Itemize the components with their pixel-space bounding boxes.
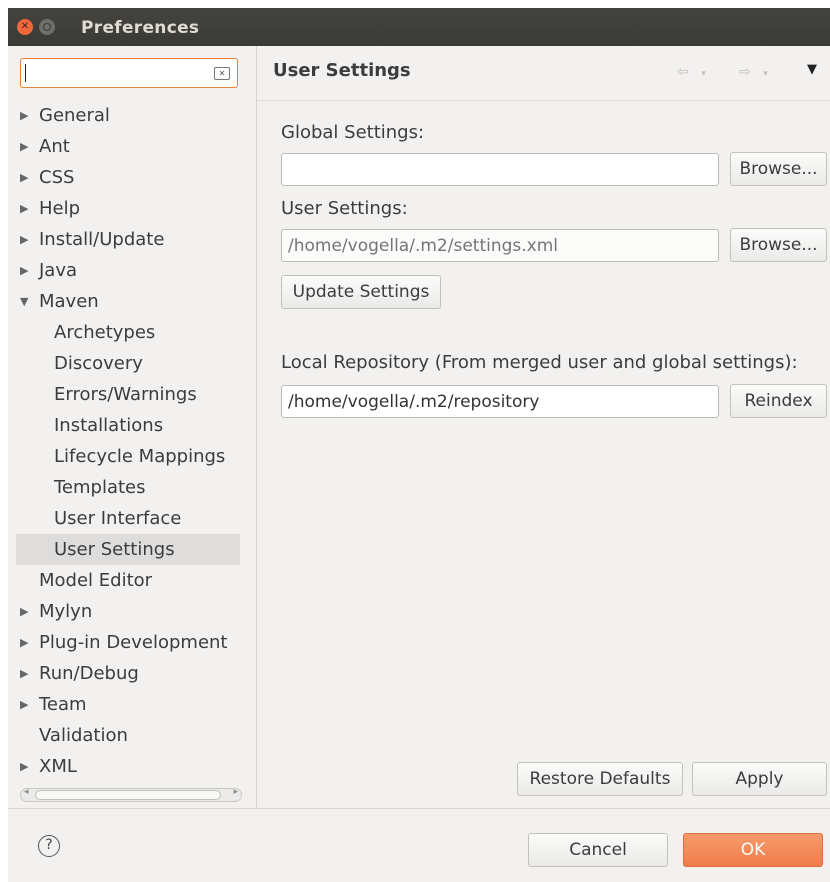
- tree-item-label: Lifecycle Mappings: [54, 446, 226, 467]
- back-nav[interactable]: ⇦ ▾: [677, 64, 706, 80]
- tree-item-label: Mylyn: [39, 601, 93, 622]
- tree-item-install-update[interactable]: ▶ Install/Update: [8, 224, 256, 255]
- forward-arrow-icon[interactable]: ⇨: [739, 64, 751, 80]
- ok-button[interactable]: OK: [683, 833, 823, 867]
- scroll-left-icon[interactable]: ◂: [24, 787, 29, 797]
- collapsed-arrow-icon[interactable]: ▶: [20, 751, 28, 782]
- tree-item-label: XML: [39, 756, 77, 777]
- clear-search-icon[interactable]: ✕: [214, 67, 230, 80]
- browse-user-button[interactable]: Browse...: [730, 228, 827, 262]
- forward-dropdown-icon[interactable]: ▾: [763, 69, 768, 79]
- apply-button[interactable]: Apply: [692, 762, 827, 796]
- back-dropdown-icon[interactable]: ▾: [701, 69, 706, 79]
- browse-global-button[interactable]: Browse...: [730, 152, 827, 186]
- tree-item-user-interface[interactable]: User Interface: [8, 503, 256, 534]
- user-settings-label: User Settings:: [281, 198, 408, 219]
- collapsed-arrow-icon[interactable]: ▶: [20, 100, 28, 131]
- tree-item-archetypes[interactable]: Archetypes: [8, 317, 256, 348]
- user-settings-field[interactable]: [281, 229, 719, 262]
- tree-item-label: Templates: [54, 477, 146, 498]
- local-repository-field[interactable]: [281, 385, 719, 418]
- tree-item-label: User Interface: [54, 508, 182, 529]
- tree-item-label: General: [39, 105, 110, 126]
- global-settings-label: Global Settings:: [281, 122, 425, 143]
- collapsed-arrow-icon[interactable]: ▶: [20, 131, 28, 162]
- tree-item-plug-in-development[interactable]: ▶ Plug-in Development: [8, 627, 256, 658]
- tree-item-label: User Settings: [54, 539, 175, 560]
- preferences-tree: ▶ General ▶ Ant ▶ CSS ▶ Help ▶ Install/Update ▶ Jav…: [8, 100, 256, 782]
- tree-item-general[interactable]: ▶ General: [8, 100, 256, 131]
- dialog-footer: ? Cancel OK: [8, 808, 830, 882]
- page-header: User Settings ⇦ ▾ ⇨ ▾ ▼: [257, 46, 830, 101]
- tree-item-maven[interactable]: ▼ Maven: [8, 286, 256, 317]
- expanded-arrow-icon[interactable]: ▼: [20, 286, 28, 317]
- tree-item-label: Discovery: [54, 353, 143, 374]
- tree-item-label: Model Editor: [39, 570, 153, 591]
- tree-item-discovery[interactable]: Discovery: [8, 348, 256, 379]
- settings-page: User Settings ⇦ ▾ ⇨ ▾ ▼ Global Settings:…: [256, 46, 830, 808]
- tree-item-run-debug[interactable]: ▶ Run/Debug: [8, 658, 256, 689]
- tree-item-label: Help: [39, 198, 81, 219]
- help-icon[interactable]: ?: [38, 835, 60, 857]
- tree-item-model-editor[interactable]: Model Editor: [8, 565, 256, 596]
- collapsed-arrow-icon[interactable]: ▶: [20, 255, 28, 286]
- collapsed-arrow-icon[interactable]: ▶: [20, 689, 28, 720]
- tree-item-label: Install/Update: [39, 229, 165, 250]
- filter-search-field[interactable]: ✕: [20, 58, 238, 88]
- tree-item-label: Plug-in Development: [39, 632, 228, 653]
- forward-nav[interactable]: ⇨ ▾: [739, 64, 768, 80]
- scroll-right-icon[interactable]: ▸: [233, 787, 238, 797]
- collapsed-arrow-icon[interactable]: ▶: [20, 627, 28, 658]
- collapsed-arrow-icon[interactable]: ▶: [20, 658, 28, 689]
- tree-item-lifecycle-mappings[interactable]: Lifecycle Mappings: [8, 441, 256, 472]
- global-settings-field[interactable]: [281, 153, 719, 186]
- window-title: Preferences: [81, 18, 200, 38]
- tree-item-java[interactable]: ▶ Java: [8, 255, 256, 286]
- tree-item-label: Errors/Warnings: [54, 384, 197, 405]
- tree-item-label: Validation: [39, 725, 128, 746]
- collapsed-arrow-icon[interactable]: ▶: [20, 224, 28, 255]
- close-window-button[interactable]: ✕: [17, 19, 33, 35]
- tree-item-errors-warnings[interactable]: Errors/Warnings: [8, 379, 256, 410]
- tree-item-team[interactable]: ▶ Team: [8, 689, 256, 720]
- page-title: User Settings: [273, 60, 411, 81]
- window-titlebar: ✕ Preferences: [8, 8, 830, 46]
- tree-item-xml[interactable]: ▶ XML: [8, 751, 256, 782]
- restore-defaults-button[interactable]: Restore Defaults: [517, 762, 683, 796]
- tree-item-label: Run/Debug: [39, 663, 139, 684]
- minimize-window-button[interactable]: [39, 19, 55, 35]
- tree-item-help[interactable]: ▶ Help: [8, 193, 256, 224]
- update-settings-button[interactable]: Update Settings: [281, 275, 441, 309]
- tree-item-user-settings[interactable]: User Settings: [16, 534, 240, 565]
- tree-item-validation[interactable]: Validation: [8, 720, 256, 751]
- scrollbar-thumb[interactable]: [35, 790, 221, 800]
- collapsed-arrow-icon[interactable]: ▶: [20, 162, 28, 193]
- tree-item-css[interactable]: ▶ CSS: [8, 162, 256, 193]
- tree-horizontal-scrollbar[interactable]: ◂ ▸: [20, 787, 242, 802]
- preferences-tree-panel: ✕ ▶ General ▶ Ant ▶ CSS ▶ Help ▶ Install/Update ▶ J…: [8, 46, 256, 808]
- tree-item-label: CSS: [39, 167, 75, 188]
- collapsed-arrow-icon[interactable]: ▶: [20, 596, 28, 627]
- tree-item-label: Archetypes: [54, 322, 156, 343]
- tree-item-label: Installations: [54, 415, 164, 436]
- cancel-button[interactable]: Cancel: [528, 833, 668, 867]
- tree-item-label: Team: [39, 694, 87, 715]
- view-menu-icon[interactable]: ▼: [807, 62, 817, 77]
- local-repository-label: Local Repository (From merged user and g…: [281, 352, 798, 373]
- tree-item-label: Maven: [39, 291, 99, 312]
- tree-item-label: Ant: [39, 136, 70, 157]
- reindex-button[interactable]: Reindex: [730, 384, 827, 418]
- text-cursor: [25, 64, 26, 82]
- tree-item-mylyn[interactable]: ▶ Mylyn: [8, 596, 256, 627]
- tree-item-templates[interactable]: Templates: [8, 472, 256, 503]
- tree-item-label: Java: [39, 260, 78, 281]
- collapsed-arrow-icon[interactable]: ▶: [20, 193, 28, 224]
- tree-item-installations[interactable]: Installations: [8, 410, 256, 441]
- back-arrow-icon[interactable]: ⇦: [677, 64, 689, 80]
- tree-item-ant[interactable]: ▶ Ant: [8, 131, 256, 162]
